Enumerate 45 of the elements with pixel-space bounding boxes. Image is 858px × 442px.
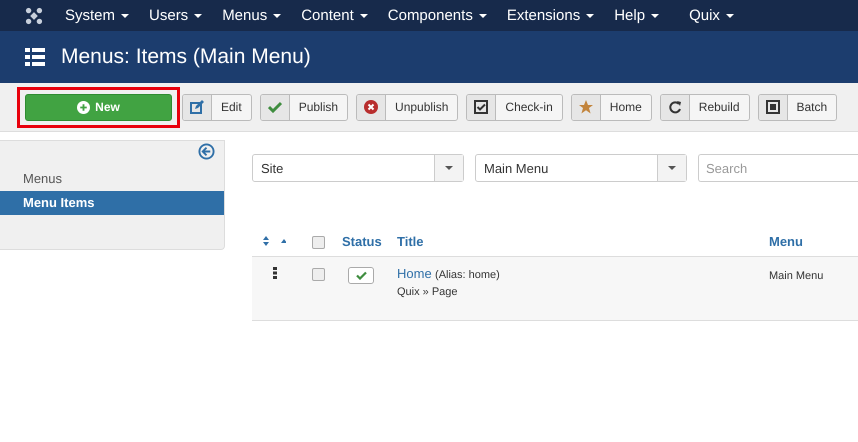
toolbar-button[interactable]: Home: [570, 94, 652, 120]
nav-menu-item[interactable]: Components: [388, 7, 487, 24]
select-all-checkbox[interactable]: [312, 236, 325, 249]
check-icon: [268, 101, 282, 113]
toolbar-button[interactable]: Edit: [182, 94, 252, 120]
plus-circle-icon: [77, 100, 90, 114]
sidebar-item[interactable]: Menus: [0, 167, 224, 191]
nav-menu-item[interactable]: Menus: [222, 7, 282, 24]
client-select[interactable]: Site: [252, 154, 464, 182]
status-toggle[interactable]: [348, 267, 374, 284]
check-icon: [356, 271, 366, 280]
table-cell: Main Menu: [769, 270, 824, 282]
logo-icon[interactable]: [25, 6, 43, 24]
cancel-icon: [364, 100, 378, 114]
search-field[interactable]: Search: [698, 154, 858, 182]
toolbar-button[interactable]: Check-in: [466, 94, 563, 120]
toolbar-button[interactable]: Unpublish: [356, 94, 458, 120]
star-icon: [578, 100, 593, 114]
nav-menu-item[interactable]: Content: [301, 7, 368, 24]
column-header[interactable]: Status: [342, 234, 382, 248]
item-title-link[interactable]: Home: [397, 266, 432, 281]
column-header[interactable]: Menu: [769, 234, 803, 248]
toolbar-button[interactable]: Batch: [758, 94, 838, 120]
square-icon: [766, 100, 780, 114]
checkbox-icon: [474, 100, 488, 114]
edit-icon: [190, 100, 204, 114]
list-icon: [25, 48, 45, 66]
column-header[interactable]: Title: [397, 234, 424, 248]
nav-menu-item[interactable]: Extensions: [506, 7, 594, 24]
drag-handle-icon[interactable]: [273, 267, 277, 279]
nav-menu-item[interactable]: Users: [149, 7, 202, 24]
toolbar-button[interactable]: Publish: [260, 94, 348, 120]
page-title: Menus: Items (Main Menu): [61, 45, 311, 69]
nav-menu-item[interactable]: Help: [614, 7, 660, 24]
toolbar-button[interactable]: Rebuild: [660, 94, 750, 120]
item-type-text: Quix » Page: [397, 286, 459, 298]
sort-icon[interactable]: [262, 236, 286, 246]
sidebar-item[interactable]: Menu Items: [0, 191, 224, 215]
refresh-icon: [668, 100, 682, 114]
nav-menu-item[interactable]: Quix: [689, 7, 734, 24]
menu-select[interactable]: Main Menu: [475, 154, 687, 182]
alias-text: (Alias: home): [435, 269, 500, 281]
row-checkbox[interactable]: [312, 268, 325, 282]
collapse-icon[interactable]: [198, 143, 215, 160]
nav-menu-item[interactable]: System: [65, 7, 130, 24]
